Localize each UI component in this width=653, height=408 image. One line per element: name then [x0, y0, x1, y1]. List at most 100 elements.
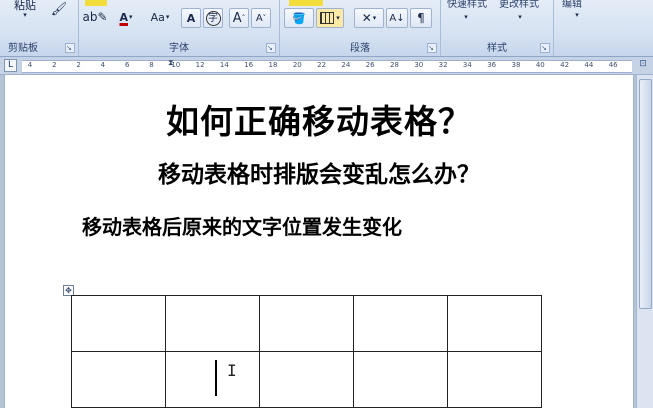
ruler-number: 26	[365, 61, 375, 69]
ruler-number: 28	[390, 61, 399, 69]
shading-icon	[289, 0, 323, 6]
chevron-down-icon: ▾	[165, 13, 170, 21]
clipboard-group: 粘贴 ▾ 🖌 剪贴板 ↘	[0, 0, 79, 56]
ruler-number: 8	[149, 61, 154, 69]
ribbon: 粘贴 ▾ 🖌 剪贴板 ↘ ab✎ A ▾ Aa ▾ A 字 A ˄ A ˅ 字体…	[0, 0, 653, 57]
editing-dropdown[interactable]: ▾	[570, 10, 584, 20]
document-page[interactable]: 如何正确移动表格？ 移动表格时排版会变乱怎么办？ 移动表格后原来的文字位置发生变…	[4, 75, 634, 408]
table-cell[interactable]	[259, 295, 354, 352]
font-group: ab✎ A ▾ Aa ▾ A 字 A ˄ A ˅ 字体 ↘	[79, 0, 280, 56]
paint-bucket-icon: 🪣	[292, 11, 306, 25]
indent-marker-icon[interactable]: ⧗	[168, 58, 174, 68]
change-case-label: Aa	[150, 10, 165, 24]
table-cell[interactable]	[165, 295, 260, 352]
ibeam-cursor-icon: I	[227, 361, 237, 380]
view-ruler-icon[interactable]: ⊡	[637, 59, 649, 71]
table-cell[interactable]	[259, 351, 354, 408]
ruler-number: 30	[414, 61, 424, 69]
shrink-font-button[interactable]: A ˅	[251, 8, 271, 28]
chevron-down-icon: ▾	[372, 14, 377, 22]
ruler-number: 40	[535, 61, 545, 69]
paragraph-group: 🪣 ▾ ✕ ▾ A↓ ¶ 段落 ↘	[280, 0, 441, 56]
font-launcher-icon[interactable]: ↘	[266, 43, 276, 53]
shrink-font-icon: A	[255, 12, 263, 24]
up-caret-icon: ˄	[241, 14, 246, 22]
paint-bucket-button[interactable]: 🪣	[284, 8, 314, 28]
scrollbar-thumb[interactable]	[639, 79, 652, 309]
show-hide-marks-button[interactable]: ¶	[410, 8, 432, 28]
table-cell[interactable]	[71, 295, 166, 352]
ruler-number: 20	[292, 61, 302, 69]
highlighter-pen-icon: ab✎	[82, 10, 108, 24]
highlight-icon	[85, 0, 107, 6]
chinese-layout-icon: ✕	[361, 11, 372, 25]
sort-button[interactable]: A↓	[386, 8, 408, 28]
format-painter-icon[interactable]: 🖌	[50, 0, 68, 18]
character-shading-button[interactable]: A	[181, 8, 201, 28]
document-line-3: 移动表格后原来的文字位置发生变化	[82, 215, 402, 239]
ruler-number: 42	[560, 61, 570, 69]
change-styles-button[interactable]: 更改样式	[499, 0, 539, 10]
ruler-number: 2	[76, 61, 81, 69]
chevron-down-icon: ▾	[336, 14, 340, 22]
table-cell[interactable]	[353, 351, 448, 408]
font-group-label: 字体	[169, 43, 189, 54]
table-row	[71, 295, 542, 352]
ruler-number: 18	[268, 61, 278, 69]
document-area: 如何正确移动表格？ 移动表格时排版会变乱怎么办？ 移动表格后原来的文字位置发生变…	[0, 75, 653, 408]
ruler-number: 32	[438, 61, 448, 69]
enclose-characters-button[interactable]: 字	[203, 8, 223, 28]
table-row	[71, 351, 542, 408]
shading-a-icon: A	[186, 11, 196, 25]
table-cell[interactable]	[447, 295, 542, 352]
quick-styles-dropdown[interactable]: ▾	[459, 12, 473, 22]
text-caret	[215, 360, 217, 396]
font-color-button[interactable]: A ▾	[113, 8, 139, 26]
styles-launcher-icon[interactable]: ↘	[540, 43, 550, 53]
document-table[interactable]	[71, 295, 542, 408]
ruler-number: 16	[244, 61, 254, 69]
grow-font-button[interactable]: A ˄	[229, 8, 249, 28]
enclose-icon: 字	[205, 10, 221, 26]
change-case-button[interactable]: Aa ▾	[145, 8, 175, 26]
grow-font-icon: A	[232, 10, 242, 26]
paragraph-launcher-icon[interactable]: ↘	[427, 43, 437, 53]
ruler-number: 4	[27, 61, 33, 69]
borders-icon	[320, 12, 335, 24]
change-styles-label: 更改样式	[499, 0, 539, 10]
quick-styles-button[interactable]: 快速样式	[447, 0, 487, 10]
quick-styles-label: 快速样式	[447, 0, 487, 10]
table-cell[interactable]	[353, 295, 448, 352]
table-cell[interactable]	[447, 351, 542, 408]
down-caret-icon: ˅	[262, 14, 267, 22]
table-cell[interactable]	[165, 351, 260, 408]
paste-dropdown-button[interactable]: ▾	[18, 10, 32, 20]
pilcrow-icon: ¶	[417, 11, 425, 25]
sort-icon: A↓	[389, 12, 405, 24]
text-highlight-button[interactable]: ab✎	[82, 8, 108, 26]
borders-button[interactable]: ▾	[316, 8, 344, 28]
ruler-number: 6	[124, 61, 130, 69]
vertical-scrollbar[interactable]	[636, 75, 653, 408]
editing-label: 编辑	[562, 0, 582, 10]
editing-button[interactable]: 编辑	[562, 0, 582, 10]
ruler-number: 44	[584, 61, 594, 69]
ruler-number: 36	[487, 61, 497, 69]
ruler-number: 46	[608, 61, 618, 69]
ruler-track[interactable]: 4 2 2 4 6 8 10 12 14 16 18 20 22 24 26 28 30 32 34 36 38 40 42…	[22, 58, 632, 73]
ruler-number: 4	[100, 61, 106, 69]
ruler-number: 38	[511, 61, 521, 69]
clipboard-launcher-icon[interactable]: ↘	[65, 43, 75, 53]
change-styles-dropdown[interactable]: ▾	[513, 12, 527, 22]
chinese-layout-button[interactable]: ✕ ▾	[354, 8, 384, 28]
chevron-down-icon: ▾	[129, 13, 133, 21]
ruler-number: 22	[317, 61, 327, 69]
ruler-number: 14	[219, 61, 229, 69]
tab-selector[interactable]: L	[4, 59, 17, 72]
document-subtitle: 移动表格时排版会变乱怎么办？	[158, 162, 480, 188]
table-cell[interactable]	[71, 351, 166, 408]
paragraph-group-label: 段落	[350, 43, 370, 54]
styles-group-label: 样式	[487, 43, 507, 54]
horizontal-ruler[interactable]: L 4 2 2 4 6 8 10 12 14 16 18 20 22 24 26 28 30 32 34 36 38 40…	[0, 57, 653, 75]
styles-group: 快速样式 更改样式 ▾ ▾ 样式 ↘	[441, 0, 554, 56]
